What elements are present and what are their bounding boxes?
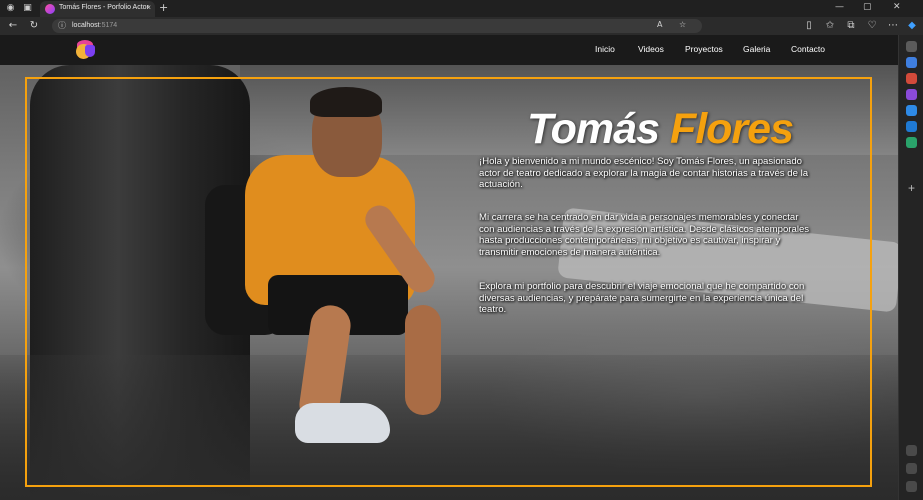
maximize-button[interactable]: ▢ [863,2,872,12]
nav-link-galeria[interactable]: Galeria [743,44,770,58]
open-external-icon[interactable] [906,463,917,474]
hero-last-name: Flores [669,105,794,153]
split-screen-icon[interactable]: ▯ [802,19,816,33]
site-favicon-icon [45,4,55,14]
outlook-icon[interactable] [906,121,917,132]
search-icon[interactable] [906,41,917,52]
address-bar[interactable]: ⓘ localhost:5174 A ☆ [52,19,702,33]
info-icon[interactable]: ⓘ [58,20,66,31]
browser-tab-bar: ◉ ▣ Tomás Flores - Porfolio Actor × + — … [0,0,923,17]
nav-link-proyectos[interactable]: Proyectos [685,44,723,58]
shopping-icon[interactable] [906,73,917,84]
games-icon[interactable] [906,105,917,116]
nav-link-contacto[interactable]: Contacto [791,44,825,58]
favorite-icon[interactable]: ☆ [679,20,686,29]
nav-link-inicio[interactable]: Inicio [595,44,615,58]
url-text[interactable]: localhost:5174 [72,22,117,29]
page-viewport: Inicio Videos Proyectos Galeria Contacto… [0,35,898,500]
hero-paragraph-explore: Explora mi portfolio para descubrir el v… [479,281,805,315]
new-tab-button[interactable]: + [159,1,168,14]
hero-first-name: Tomás [527,105,660,153]
sidebar-settings-icon[interactable] [906,481,917,492]
hero-paragraph-career: Mi carrera se ha centrado en dar vida a … [479,212,810,258]
refresh-icon[interactable]: ↻ [27,19,41,33]
hero-title: Tomás Flores [527,104,794,154]
profile-icon[interactable]: ◉ [5,3,16,14]
site-header: Inicio Videos Proyectos Galeria Contacto [0,35,898,65]
add-sidebar-app-icon[interactable]: + [906,182,917,194]
drop-icon[interactable] [906,137,917,148]
minimize-button[interactable]: — [835,2,844,12]
tab-close-icon[interactable]: × [146,3,151,12]
browser-toolbar: ← ↻ ⓘ localhost:5174 A ☆ ▯ ✩ ⧉ ♡ ⋯ ◆ [0,17,923,35]
sidebar-layout-icon[interactable] [906,445,917,456]
copilot-icon[interactable]: ◆ [905,19,919,33]
read-aloud-icon[interactable]: A [657,20,662,29]
more-icon[interactable]: ⋯ [886,19,900,33]
extensions-icon[interactable]: ♡ [865,19,879,33]
tab-title: Tomás Flores - Porfolio Actor [59,4,149,11]
back-icon[interactable]: ← [6,19,20,33]
site-logo-icon[interactable] [74,39,96,61]
hero-paragraph-intro: ¡Hola y bienvenido a mi mundo escénico! … [479,156,809,190]
workspaces-icon[interactable]: ▣ [22,3,33,14]
collections-icon[interactable]: ⧉ [844,19,858,33]
browser-tab-active[interactable]: Tomás Flores - Porfolio Actor × [40,1,155,17]
edge-sidebar: + [898,35,923,500]
copilot-sidebar-icon[interactable] [906,57,917,68]
close-window-button[interactable]: ✕ [893,2,901,12]
tools-icon[interactable] [906,89,917,100]
favorites-icon[interactable]: ✩ [823,19,837,33]
nav-link-videos[interactable]: Videos [638,44,664,58]
